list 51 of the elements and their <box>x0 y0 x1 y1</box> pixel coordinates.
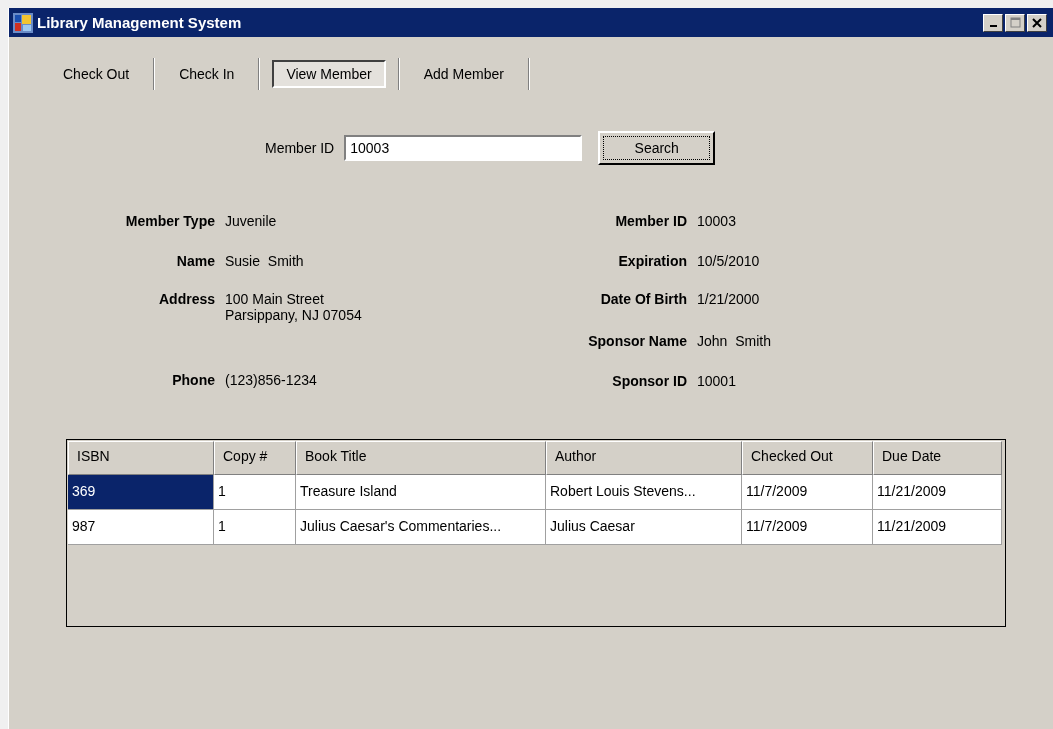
table-cell[interactable]: 11/7/2009 <box>742 475 873 510</box>
column-header[interactable]: Checked Out <box>742 441 873 475</box>
column-header[interactable]: Due Date <box>873 441 1002 475</box>
table-cell[interactable]: 11/21/2009 <box>873 510 1002 545</box>
field-label: Sponsor ID <box>611 373 687 389</box>
field-value: John Smith <box>697 333 771 351</box>
field-label: Member ID <box>265 140 335 156</box>
search-button[interactable]: Search <box>598 131 716 165</box>
table-cell[interactable]: Julius Caesar's Commentaries... <box>296 510 546 545</box>
field-label: Member Type <box>124 213 215 231</box>
close-button[interactable] <box>1027 13 1047 32</box>
tab[interactable]: Check In <box>167 62 247 86</box>
maximize-icon <box>1009 17 1021 28</box>
field-value: 10001 <box>697 373 737 389</box>
column-header[interactable]: Book Title <box>296 441 546 475</box>
table-cell[interactable]: 11/7/2009 <box>742 510 873 545</box>
column-header[interactable]: Author <box>546 441 742 475</box>
window-title: Library Management System <box>37 14 243 31</box>
minimize-button[interactable] <box>983 13 1003 32</box>
tab[interactable]: Add Member <box>411 62 516 86</box>
table-cell[interactable]: 369 <box>68 475 214 510</box>
field-label: Name <box>175 253 215 271</box>
close-icon <box>1032 17 1042 28</box>
table-cell[interactable]: Robert Louis Stevens... <box>546 475 742 510</box>
field-label: Sponsor Name <box>587 333 687 351</box>
field-value: 10003 <box>697 213 737 231</box>
minimize-icon <box>989 25 997 27</box>
field-value: 1/21/2000 <box>697 291 761 309</box>
table-cell[interactable]: Julius Caesar <box>546 510 742 545</box>
table-cell[interactable]: 11/21/2009 <box>873 475 1002 510</box>
field-label: Phone <box>171 372 215 388</box>
field-value: Susie Smith <box>225 253 305 271</box>
table-cell[interactable]: 1 <box>214 475 296 510</box>
field-label: Date Of Birth <box>599 291 687 309</box>
field-label: Address <box>157 291 215 309</box>
field-value: 10/5/2010 <box>697 253 761 271</box>
member-id-field[interactable]: 10003 <box>344 135 583 161</box>
field-value: Juvenile <box>225 213 278 231</box>
maximize-button[interactable] <box>1005 13 1025 32</box>
field-value: 100 Main Street Parsippany, NJ 07054 <box>225 291 362 325</box>
table-cell[interactable]: 1 <box>214 510 296 545</box>
table-cell[interactable]: 987 <box>68 510 214 545</box>
column-header[interactable]: Copy # <box>214 441 296 475</box>
tab[interactable]: Check Out <box>51 62 142 86</box>
app-icon <box>13 12 33 33</box>
field-label: Member ID <box>614 213 687 231</box>
field-value: (123)856-1234 <box>225 372 318 388</box>
column-header[interactable]: ISBN <box>68 441 214 475</box>
table-cell[interactable]: Treasure Island <box>296 475 546 510</box>
tab[interactable]: View Member <box>272 60 386 88</box>
field-label: Expiration <box>617 253 687 271</box>
